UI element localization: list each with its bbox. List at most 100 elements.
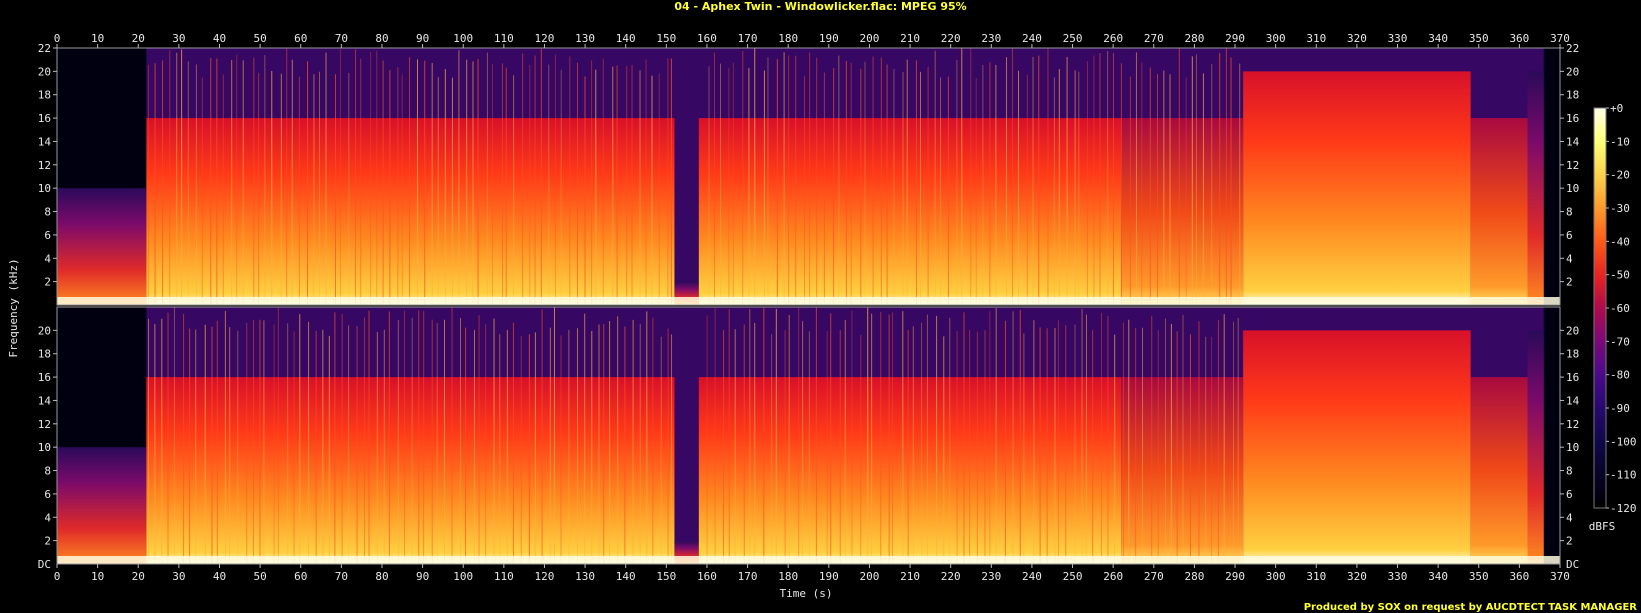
y-tick-label-right: 2 [1566,535,1573,548]
x-tick-label-top: 140 [616,32,636,45]
x-tick-label-bottom: 310 [1306,570,1326,583]
x-tick-label-top: 190 [819,32,839,45]
x-tick-label-bottom: 180 [778,570,798,583]
x-tick-label-bottom: 330 [1388,570,1408,583]
x-tick-label-bottom: 30 [172,570,185,583]
spectrogram-section [1527,330,1544,564]
x-tick-label-top: 360 [1509,32,1529,45]
colorbar-tick-label: -30 [1610,202,1630,215]
x-tick-label-bottom: 40 [213,570,226,583]
x-tick-label-top: 330 [1388,32,1408,45]
x-tick-label-top: 130 [575,32,595,45]
x-tick-label-top: 80 [375,32,388,45]
spectrogram-section [1470,377,1528,564]
x-tick-label-top: 40 [213,32,226,45]
y-tick-label-left: 8 [44,465,51,478]
y-tick-label-right: 22 [1566,42,1579,55]
y-tick-label-left: 16 [38,371,51,384]
x-tick-label-top: 290 [1225,32,1245,45]
x-tick-label-top: 310 [1306,32,1326,45]
x-tick-label-top: 150 [656,32,676,45]
x-tick-label-bottom: 240 [1022,570,1042,583]
x-tick-label-top: 10 [91,32,104,45]
y-tick-label-right: 4 [1566,511,1573,524]
x-tick-label-bottom: 360 [1509,570,1529,583]
channel-2 [56,306,1561,565]
colorbar-tick-label: -60 [1610,302,1630,315]
x-tick-label-bottom: 230 [981,570,1001,583]
x-tick-label-top: 20 [132,32,145,45]
x-tick-label-bottom: 200 [859,570,879,583]
x-tick-label-bottom: 60 [294,570,307,583]
y-tick-label-right: 4 [1566,252,1573,265]
y-tick-label-left: 14 [38,135,52,148]
y-tick-label-left: 10 [38,182,51,195]
x-tick-label-top: 220 [941,32,961,45]
x-tick-label-bottom: 280 [1184,570,1204,583]
low-frequency-band [57,556,1560,564]
y-tick-label-right: 10 [1566,441,1579,454]
y-tick-label-left: 20 [38,65,51,78]
x-tick-label-bottom: 370 [1550,570,1570,583]
colorbar-tick-label: -90 [1610,402,1630,415]
colorbar-gradient [1593,107,1607,509]
spectrogram-section [57,447,147,564]
colorbar-tick-label: -20 [1610,169,1630,182]
x-tick-label-top: 300 [1266,32,1286,45]
spectrogram-section [57,188,147,305]
spectrogram-section [1121,377,1244,564]
x-tick-label-bottom: 140 [616,570,636,583]
x-tick-label-top: 260 [1103,32,1123,45]
x-tick-label-top: 180 [778,32,798,45]
x-tick-label-bottom: 250 [1063,570,1083,583]
colorbar-tick-label: -40 [1610,235,1630,248]
y-tick-label-right: 14 [1566,394,1580,407]
x-tick-label-top: 70 [335,32,348,45]
y-tick-label-left: 12 [38,418,51,431]
x-tick-label-bottom: 300 [1266,570,1286,583]
colorbar-tick-label: -110 [1610,469,1637,482]
colorbar: +0 -10 -20 -30 -40 -50 -60 -70 -80 -90 -100 -110 -12… [1593,102,1637,515]
x-tick-label-top: 240 [1022,32,1042,45]
x-tick-label-bottom: 210 [900,570,920,583]
y-tick-label-right: 18 [1566,348,1579,361]
spectrogram-section [1527,71,1544,305]
x-tick-label-bottom: 0 [54,570,61,583]
spectrogram-section [146,118,675,305]
x-tick-label-top: 60 [294,32,307,45]
y-tick-label-right: 16 [1566,112,1579,125]
x-tick-label-bottom: 320 [1347,570,1367,583]
x-tick-label-bottom: 100 [453,570,473,583]
y-tick-label-right: 8 [1566,465,1573,478]
y-tick-label-left: 8 [44,206,51,219]
y-axis-label: Frequency (kHz) [7,258,20,357]
x-tick-label-bottom: 50 [253,570,266,583]
y-tick-label-left: 6 [44,229,51,242]
y-tick-label-left: 2 [44,276,51,289]
x-tick-label-top: 50 [253,32,266,45]
y-tick-label-left: 20 [38,324,51,337]
y-tick-label-right: 8 [1566,206,1573,219]
x-tick-label-top: 110 [494,32,514,45]
y-tick-label-left: 10 [38,441,51,454]
channel-1 [56,47,1561,306]
x-tick-label-top: 280 [1184,32,1204,45]
x-tick-label-top: 120 [535,32,555,45]
colorbar-tick-label: -10 [1610,135,1630,148]
colorbar-tick-label: -120 [1610,502,1637,515]
y-tick-label-left: 12 [38,159,51,172]
x-tick-label-top: 30 [172,32,185,45]
y-tick-label-right: 6 [1566,229,1573,242]
x-tick-label-top: 210 [900,32,920,45]
y-tick-label-left: 18 [38,348,51,361]
colorbar-unit-label: dBFS [1589,520,1616,533]
x-tick-label-top: 230 [981,32,1001,45]
y-tick-label-right: 20 [1566,324,1579,337]
x-tick-label-top: 160 [697,32,717,45]
x-tick-label-bottom: 340 [1428,570,1448,583]
x-tick-label-bottom: 260 [1103,570,1123,583]
x-tick-label-top: 100 [453,32,473,45]
spectrogram-section [1121,118,1244,305]
x-axis-label: Time (s) [780,587,833,600]
y-tick-label-left: 4 [44,252,51,265]
